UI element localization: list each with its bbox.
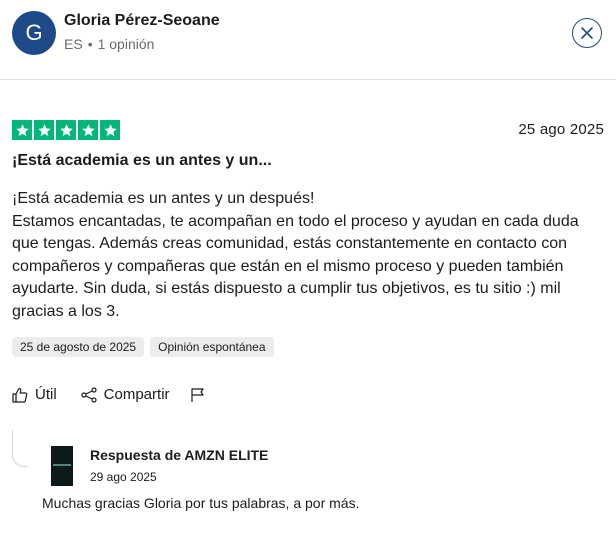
review-tags: 25 de agosto de 2025 Opinión espontánea	[12, 337, 274, 357]
reply-connector	[12, 430, 27, 467]
reviewer-meta: ES • 1 opinión	[64, 36, 154, 52]
review-date: 25 ago 2025	[518, 121, 604, 138]
star-icon	[78, 120, 98, 140]
useful-button[interactable]: Útil	[12, 386, 57, 403]
star-rating	[12, 120, 120, 140]
useful-label: Útil	[35, 386, 57, 403]
experience-date-tag: 25 de agosto de 2025	[12, 337, 145, 357]
share-label: Compartir	[103, 386, 170, 403]
avatar[interactable]: G	[12, 11, 56, 55]
review-body-line: Estamos encantadas, te acompañan en todo…	[12, 212, 579, 230]
review-actions: Útil Compartir	[12, 386, 206, 403]
close-icon	[581, 27, 593, 39]
company-logo-mark	[53, 464, 71, 466]
company-logo[interactable]	[51, 446, 73, 486]
share-button[interactable]: Compartir	[81, 386, 170, 403]
reply-author: Respuesta de AMZN ELITE	[90, 447, 269, 463]
review-title: ¡Está academia es un antes y un...	[12, 152, 272, 169]
review-body-line: ¡Está academia es un antes y un después!	[12, 190, 315, 207]
review-body-line: ayudarte. Sin duda, si estás dispuesto a…	[12, 280, 561, 297]
star-icon	[34, 120, 54, 140]
reviewer-country: ES	[64, 36, 83, 52]
share-icon	[81, 386, 97, 403]
close-button[interactable]	[572, 18, 602, 48]
star-icon	[56, 120, 76, 140]
report-button[interactable]	[190, 387, 206, 403]
star-icon	[12, 120, 32, 140]
reply-date: 29 ago 2025	[90, 470, 157, 484]
meta-separator: •	[87, 36, 93, 52]
spontaneous-review-tag[interactable]: Opinión espontánea	[150, 337, 274, 357]
reviewer-review-count: 1 opinión	[97, 36, 155, 52]
reviewer-header: G Gloria Pérez-Seoane ES • 1 opinión	[0, 0, 616, 80]
reply-text: Muchas gracias Gloria por tus palabras, …	[42, 495, 360, 511]
review-body-line: gracias a los 3.	[12, 302, 120, 320]
flag-icon	[190, 387, 204, 402]
thumbs-up-icon	[12, 387, 28, 403]
review-body-line: que tengas. Además creas comunidad, está…	[12, 235, 568, 252]
review-body: ¡Está academia es un antes y un después!…	[12, 188, 607, 323]
review-body-line: compañeros y compañeras que están en el …	[12, 257, 564, 275]
star-icon	[100, 120, 120, 140]
reviewer-name[interactable]: Gloria Pérez-Seoane	[64, 12, 220, 30]
